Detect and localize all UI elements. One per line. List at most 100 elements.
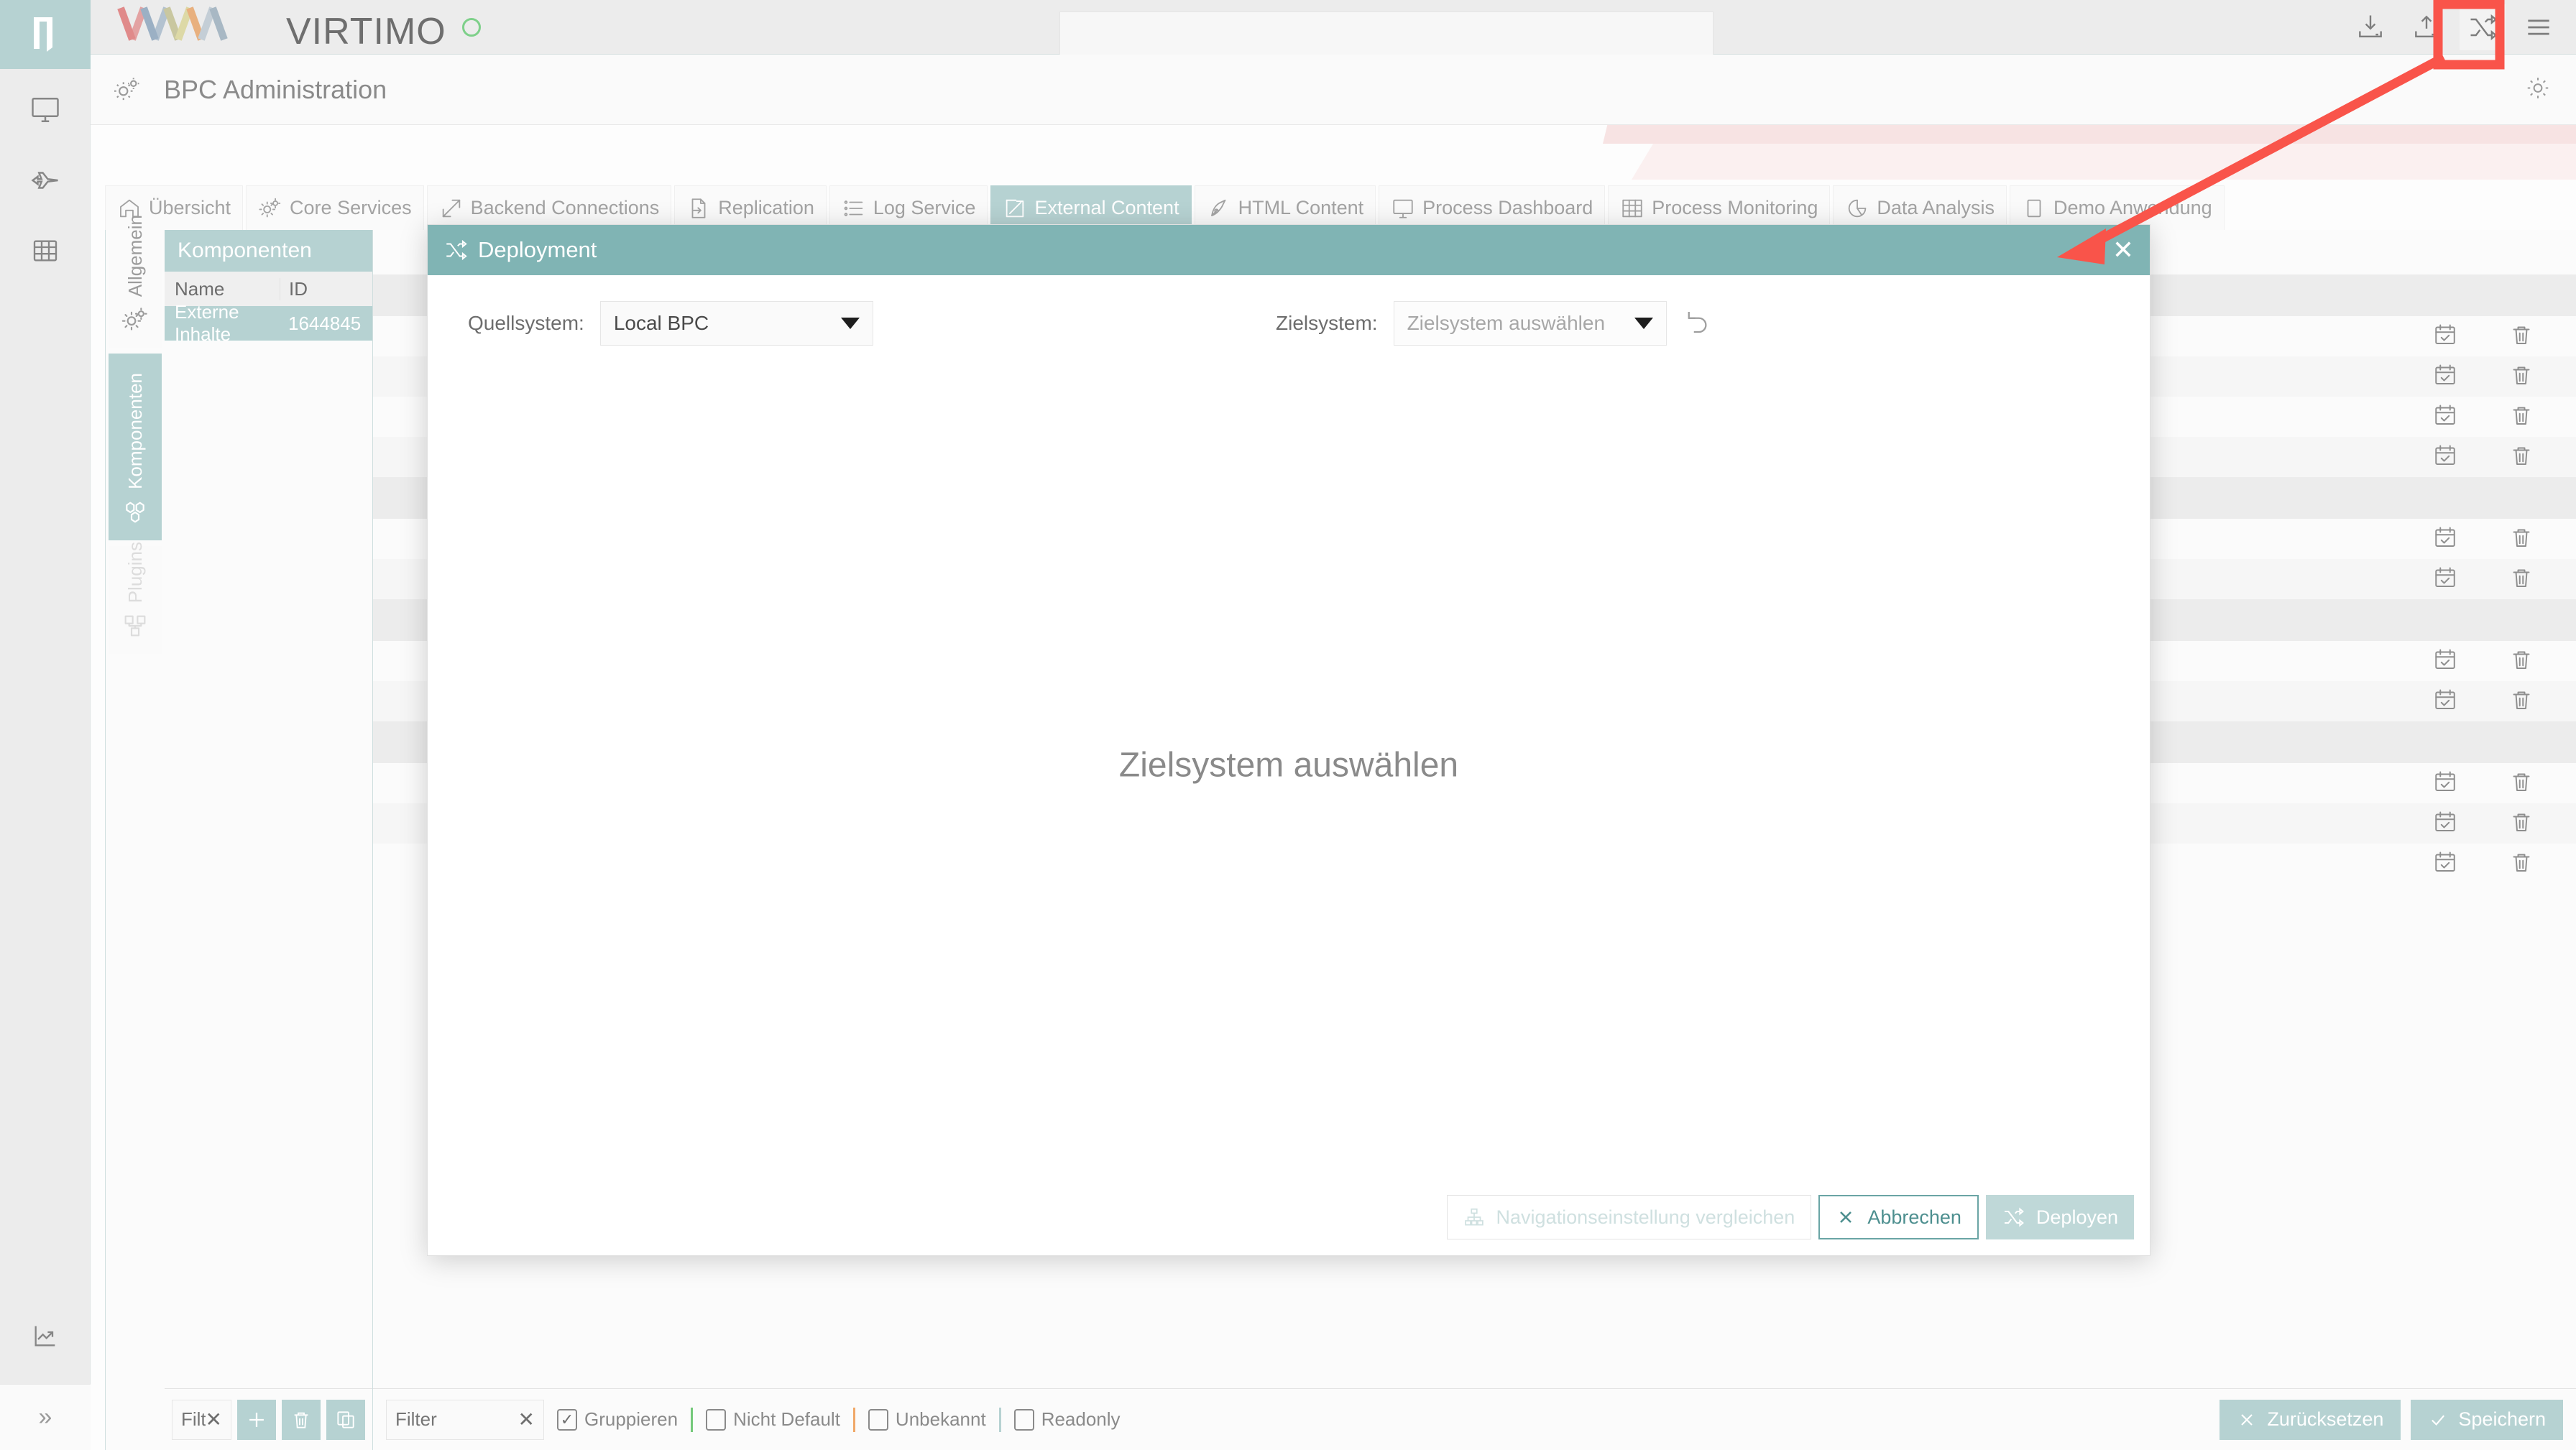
calendar-check-icon[interactable] bbox=[2432, 525, 2458, 554]
hierarchy-icon bbox=[1464, 1208, 1484, 1226]
trash-icon[interactable] bbox=[2508, 362, 2534, 392]
trash-icon[interactable] bbox=[2508, 443, 2534, 472]
analytics-icon bbox=[34, 1326, 55, 1347]
deployment-icon-button[interactable] bbox=[2460, 4, 2506, 50]
tab-log-service[interactable]: Log Service bbox=[829, 185, 988, 230]
target-system-select[interactable]: Zielsystem auswählen bbox=[1393, 301, 1667, 346]
checkbox-box[interactable] bbox=[868, 1408, 888, 1431]
dialog-body: Quellsystem: Local BPC Zielsystem: Ziels… bbox=[428, 275, 2150, 1255]
calendar-check-icon[interactable] bbox=[2432, 322, 2458, 351]
rail-item-jet[interactable] bbox=[0, 155, 91, 206]
square-icon bbox=[2022, 196, 2046, 221]
external-link-icon bbox=[1003, 196, 1027, 221]
plus-icon bbox=[249, 1412, 264, 1427]
tab-html-content[interactable]: HTML Content bbox=[1194, 185, 1376, 230]
trash-icon[interactable] bbox=[2508, 402, 2534, 432]
search-input[interactable] bbox=[1060, 12, 1713, 55]
checkbox-label: Gruppieren bbox=[584, 1408, 678, 1430]
global-search[interactable] bbox=[1059, 11, 1714, 56]
trash-icon[interactable] bbox=[2508, 525, 2534, 554]
tab-process-dashboard[interactable]: Process Dashboard bbox=[1379, 185, 1606, 230]
source-system-field: Quellsystem: Local BPC bbox=[468, 301, 873, 346]
copy-button[interactable] bbox=[326, 1399, 365, 1440]
tab-data-analysis[interactable]: Data Analysis bbox=[1833, 185, 2007, 230]
reset-button-label: Zurücksetzen bbox=[2267, 1408, 2384, 1430]
monitor-icon bbox=[32, 98, 59, 122]
detail-filter-input[interactable] bbox=[395, 1408, 518, 1431]
delete-button[interactable] bbox=[282, 1399, 321, 1440]
clear-detail-filter-icon[interactable]: ✕ bbox=[518, 1408, 535, 1431]
checkbox-label: Unbekannt bbox=[895, 1408, 986, 1430]
status-marker bbox=[852, 1407, 855, 1432]
cancel-button-label: Abbrechen bbox=[1867, 1206, 1961, 1228]
calendar-check-icon[interactable] bbox=[2432, 809, 2458, 839]
trash-icon[interactable] bbox=[2508, 687, 2534, 716]
target-system-placeholder: Zielsystem auswählen bbox=[1407, 312, 1606, 334]
reset-button[interactable]: Zurücksetzen bbox=[2220, 1399, 2401, 1440]
rail-collapse-button[interactable]: » bbox=[0, 1384, 91, 1450]
tab-label: Process Dashboard bbox=[1422, 197, 1593, 218]
reset-target-button[interactable] bbox=[1683, 307, 1713, 341]
virtimo-logo-tile[interactable] bbox=[0, 0, 91, 69]
components-panel-title: Komponenten bbox=[165, 230, 372, 272]
tab-demo-anwendung[interactable]: Demo Anwendung bbox=[2009, 185, 2225, 230]
calendar-check-icon[interactable] bbox=[2432, 402, 2458, 432]
tab-process-monitoring[interactable]: Process Monitoring bbox=[1608, 185, 1831, 230]
checkbox-box[interactable]: ✓ bbox=[557, 1408, 577, 1431]
target-system-field: Zielsystem: Zielsystem auswählen bbox=[1276, 301, 1713, 346]
checkbox-readonly[interactable]: Readonly bbox=[1013, 1408, 1121, 1431]
main-menu-button[interactable] bbox=[2516, 4, 2562, 50]
page-title-bar: BPC Administration bbox=[91, 55, 2576, 125]
trash-icon[interactable] bbox=[2508, 809, 2534, 839]
checkbox-gruppieren[interactable]: ✓ Gruppieren bbox=[557, 1408, 678, 1431]
calendar-check-icon[interactable] bbox=[2432, 565, 2458, 594]
sidebar-item-komponenten[interactable]: Komponenten bbox=[109, 354, 162, 540]
rail-item-monitor[interactable] bbox=[0, 85, 91, 135]
virtimo-logo-icon bbox=[34, 17, 52, 52]
clear-filter-icon[interactable]: ✕ bbox=[206, 1408, 222, 1431]
detail-filter[interactable]: ✕ bbox=[386, 1399, 544, 1440]
trash-icon[interactable] bbox=[2508, 565, 2534, 594]
table-row[interactable]: Externe Inhalte 1644845 bbox=[165, 301, 372, 345]
trash-icon[interactable] bbox=[2508, 849, 2534, 879]
tab-replication[interactable]: Replication bbox=[674, 185, 827, 230]
import-icon-button[interactable] bbox=[2347, 4, 2393, 50]
column-header-id: ID bbox=[280, 277, 372, 300]
calendar-check-icon[interactable] bbox=[2432, 647, 2458, 676]
add-button[interactable] bbox=[237, 1399, 276, 1440]
file-arrow-icon bbox=[686, 196, 711, 221]
checkbox-box[interactable] bbox=[1013, 1408, 1034, 1431]
page-settings-button[interactable] bbox=[2524, 74, 2552, 105]
top-header: VIRTIMO bbox=[91, 0, 2576, 56]
checkbox-nicht-default[interactable]: Nicht Default bbox=[706, 1408, 840, 1431]
rail-item-table[interactable] bbox=[0, 226, 91, 276]
close-icon[interactable]: ✕ bbox=[2112, 237, 2134, 263]
rail-item-analytics[interactable] bbox=[0, 1311, 91, 1361]
source-system-select[interactable]: Local BPC bbox=[599, 301, 873, 346]
components-filter-input[interactable] bbox=[181, 1408, 206, 1431]
tab-backend-connections[interactable]: Backend Connections bbox=[426, 185, 672, 230]
tab-core-services[interactable]: Core Services bbox=[246, 185, 424, 230]
sidebar-item-plugins[interactable]: Plugins bbox=[109, 542, 162, 654]
trash-icon[interactable] bbox=[2508, 647, 2534, 676]
tab-external-content[interactable]: External Content bbox=[990, 185, 1192, 230]
trash-icon[interactable] bbox=[2508, 769, 2534, 798]
components-filter[interactable]: ✕ bbox=[172, 1399, 231, 1440]
calendar-check-icon[interactable] bbox=[2432, 687, 2458, 716]
trash-icon[interactable] bbox=[2508, 322, 2534, 351]
calendar-check-icon[interactable] bbox=[2432, 849, 2458, 879]
calendar-check-icon[interactable] bbox=[2432, 443, 2458, 472]
deploy-button[interactable]: Deployen bbox=[1985, 1195, 2134, 1239]
calendar-check-icon[interactable] bbox=[2432, 362, 2458, 392]
calendar-check-icon[interactable] bbox=[2432, 769, 2458, 798]
cancel-button[interactable]: Abbrechen bbox=[1818, 1195, 1979, 1239]
deploy-button-label: Deployen bbox=[2036, 1206, 2118, 1228]
save-button[interactable]: Speichern bbox=[2411, 1399, 2563, 1440]
compare-navigation-button[interactable]: Navigationseinstellung vergleichen bbox=[1446, 1195, 1812, 1239]
checkbox-box[interactable] bbox=[706, 1408, 727, 1431]
checkbox-unbekannt[interactable]: Unbekannt bbox=[868, 1408, 986, 1431]
sidebar-item-allgemein[interactable]: Allgemein bbox=[109, 215, 162, 348]
jet-icon bbox=[31, 172, 58, 189]
tab-label: Data Analysis bbox=[1877, 197, 1995, 218]
export-icon-button[interactable] bbox=[2404, 4, 2450, 50]
